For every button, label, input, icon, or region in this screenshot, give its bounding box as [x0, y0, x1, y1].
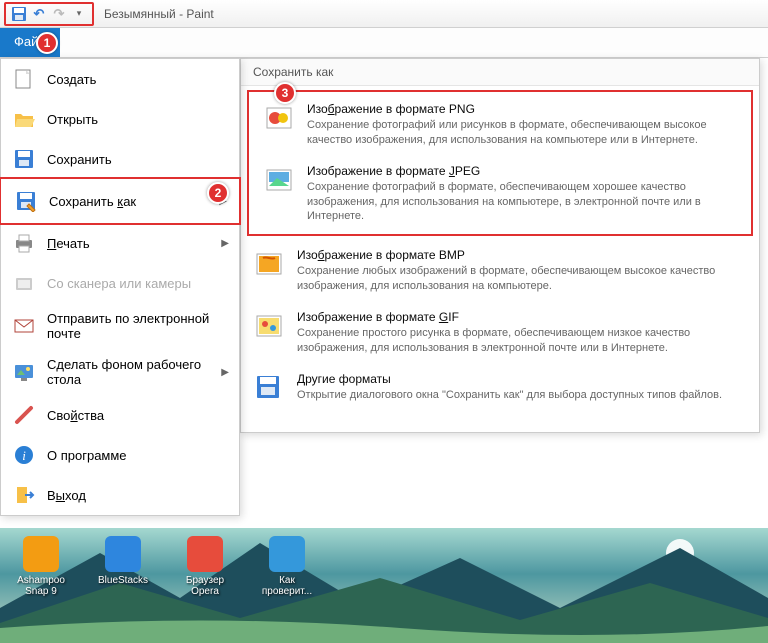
- menu-item-props[interactable]: Свойства: [1, 395, 239, 435]
- format-title: Изображение в формате JPEG: [307, 164, 737, 178]
- open-icon: [11, 107, 37, 131]
- format-desc: Сохранение любых изображений в формате, …: [297, 264, 747, 294]
- scanner-icon: [11, 271, 37, 295]
- quick-access-toolbar: ↶ ↷ ▾: [4, 2, 94, 26]
- menu-item-label: Отправить по электронной почте: [47, 311, 229, 341]
- desktop-shortcut[interactable]: Как проверит...: [256, 536, 318, 597]
- exit-icon: [11, 483, 37, 507]
- other-format-icon: [253, 372, 287, 404]
- annotation-marker-1: 1: [36, 32, 58, 54]
- jpeg-format-icon: [263, 164, 297, 196]
- submenu-header: Сохранить как: [241, 59, 759, 86]
- app-icon: [105, 536, 141, 572]
- menu-item-label: О программе: [47, 448, 229, 463]
- svg-text:i: i: [22, 448, 26, 463]
- format-desc: Открытие диалогового окна "Сохранить как…: [297, 388, 747, 403]
- menu-item-label: Сохранить как: [49, 194, 209, 209]
- format-title: Другие форматы: [297, 372, 747, 386]
- saveas-submenu: Сохранить как Изображение в формате PNG С…: [240, 58, 760, 433]
- menu-item-exit[interactable]: Выход: [1, 475, 239, 515]
- menu-item-label: Печать: [47, 236, 211, 251]
- format-item-gif[interactable]: Изображение в формате GIF Сохранение прос…: [241, 302, 759, 364]
- format-item-bmp[interactable]: Изображение в формате BMP Сохранение любы…: [241, 240, 759, 302]
- email-icon: [11, 314, 37, 338]
- window-title: Безымянный - Paint: [104, 7, 214, 21]
- format-item-jpeg[interactable]: Изображение в формате JPEG Сохранение фот…: [251, 156, 749, 233]
- redo-icon[interactable]: ↷: [50, 5, 68, 23]
- menu-item-label: Выход: [47, 488, 229, 503]
- app-icon: [23, 536, 59, 572]
- desktop-icon-label: Как проверит...: [256, 575, 318, 597]
- bmp-format-icon: [253, 248, 287, 280]
- titlebar: ↶ ↷ ▾ Безымянный - Paint: [0, 0, 768, 28]
- menu-item-label: Открыть: [47, 112, 229, 127]
- menu-item-new[interactable]: Создать: [1, 59, 239, 99]
- menu-item-label: Создать: [47, 72, 229, 87]
- desktop-icon-label: BlueStacks: [92, 575, 154, 586]
- menu-item-saveas[interactable]: Сохранить как▶: [0, 177, 241, 225]
- props-icon: [11, 403, 37, 427]
- menu-item-label: Свойства: [47, 408, 229, 423]
- format-desc: Сохранение простого рисунка в формате, о…: [297, 326, 747, 356]
- menu-item-label: Со сканера или камеры: [47, 276, 229, 291]
- desktop-shortcut[interactable]: Ashampoo Snap 9: [10, 536, 72, 597]
- menu-item-about[interactable]: i О программе: [1, 435, 239, 475]
- menu-item-scanner: Со сканера или камеры: [1, 263, 239, 303]
- highlighted-formats-box: Изображение в формате PNG Сохранение фото…: [247, 90, 753, 236]
- desktop-wallpaper: Ashampoo Snap 9 BlueStacks Браузер Opera Ка…: [0, 528, 768, 643]
- saveas-icon: [13, 189, 39, 213]
- ribbon-tab-row: Файл: [0, 28, 768, 58]
- save-icon[interactable]: [10, 5, 28, 23]
- chevron-right-icon: ▶: [221, 367, 229, 378]
- menu-item-save[interactable]: Сохранить: [1, 139, 239, 179]
- format-item-other[interactable]: Другие форматы Открытие диалогового окна …: [241, 364, 759, 412]
- annotation-marker-3: 3: [274, 82, 296, 104]
- qat-dropdown-icon[interactable]: ▾: [70, 5, 88, 23]
- chevron-right-icon: ▶: [221, 238, 229, 249]
- menu-item-wallpaper[interactable]: Сделать фоном рабочего стола ▶: [1, 349, 239, 395]
- menu-item-open[interactable]: Открыть: [1, 99, 239, 139]
- desktop-icons-row: Ashampoo Snap 9 BlueStacks Браузер Opera Ка…: [10, 536, 318, 597]
- app-icon: [187, 536, 223, 572]
- save-icon: [11, 147, 37, 171]
- format-item-png[interactable]: Изображение в формате PNG Сохранение фото…: [251, 94, 749, 156]
- new-icon: [11, 67, 37, 91]
- menu-item-email[interactable]: Отправить по электронной почте: [1, 303, 239, 349]
- desktop-shortcut[interactable]: BlueStacks: [92, 536, 154, 597]
- format-title: Изображение в формате PNG: [307, 102, 737, 116]
- format-desc: Сохранение фотографий в формате, обеспеч…: [307, 180, 737, 225]
- menu-item-print[interactable]: Печать ▶: [1, 223, 239, 263]
- format-desc: Сохранение фотографий или рисунков в фор…: [307, 118, 737, 148]
- format-title: Изображение в формате GIF: [297, 310, 747, 324]
- annotation-marker-2: 2: [207, 182, 229, 204]
- gif-format-icon: [253, 310, 287, 342]
- menu-item-label: Сделать фоном рабочего стола: [47, 357, 211, 387]
- app-icon: [269, 536, 305, 572]
- png-format-icon: [263, 102, 297, 134]
- undo-icon[interactable]: ↶: [30, 5, 48, 23]
- file-menu: СоздатьОткрытьСохранитьСохранить как▶Печ…: [0, 58, 240, 516]
- format-title: Изображение в формате BMP: [297, 248, 747, 262]
- menu-item-label: Сохранить: [47, 152, 229, 167]
- print-icon: [11, 231, 37, 255]
- about-icon: i: [11, 443, 37, 467]
- desktop-icon-label: Ashampoo Snap 9: [10, 575, 72, 597]
- wallpaper-icon: [11, 360, 37, 384]
- desktop-icon-label: Браузер Opera: [174, 575, 236, 597]
- desktop-shortcut[interactable]: Браузер Opera: [174, 536, 236, 597]
